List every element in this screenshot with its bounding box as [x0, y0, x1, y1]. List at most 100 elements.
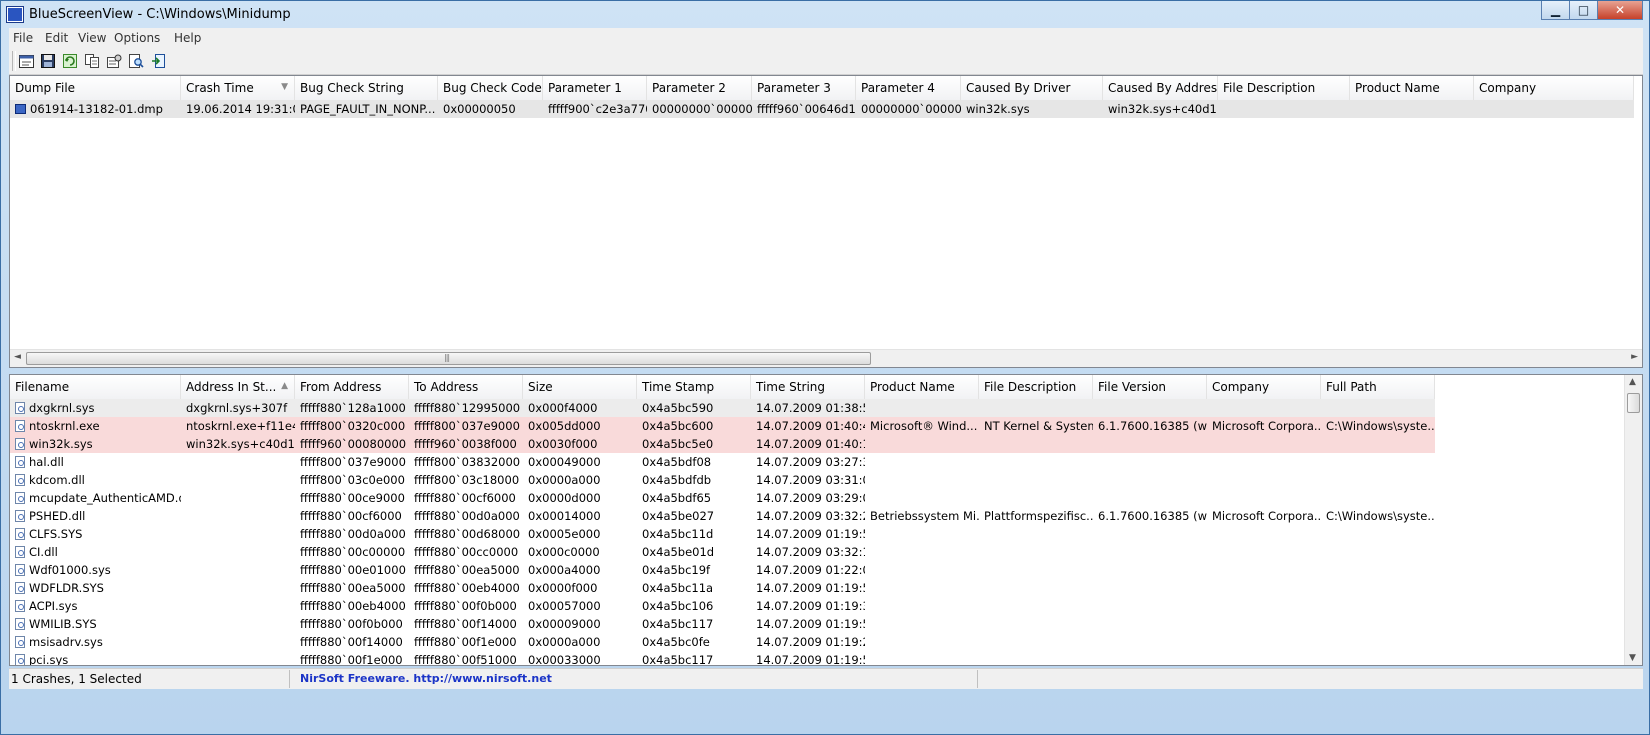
table-cell: 0x0005e000 — [528, 527, 601, 541]
table-cell — [979, 579, 1093, 597]
maximize-button[interactable]: □ — [1570, 1, 1598, 20]
menu-help[interactable]: Help — [174, 31, 201, 45]
table-cell: 14.07.2009 03:31:07 — [756, 473, 865, 487]
menu-options[interactable]: Options — [114, 31, 160, 45]
driver-row[interactable]: PSHED.dll fffff880`00cf6000 fffff880`00d0a… — [10, 507, 1435, 525]
vertical-scrollbar[interactable]: ▲ ▼ — [1624, 375, 1642, 665]
table-cell: 0x4a5bc117 — [642, 653, 714, 666]
column-header[interactable]: Company — [1207, 375, 1321, 399]
horizontal-scrollbar[interactable]: ◄ ||| ► — [10, 349, 1642, 367]
table-cell — [979, 471, 1093, 489]
table-cell — [979, 525, 1093, 543]
driver-row[interactable]: WMILIB.SYS fffff880`00f0b000 fffff880`00f1… — [10, 615, 1435, 633]
close-button[interactable]: ✕ — [1598, 1, 1643, 20]
filename-cell: WMILIB.SYS — [10, 615, 181, 633]
driver-row[interactable]: CI.dll fffff880`00c00000 fffff880`00cc0000… — [10, 543, 1435, 561]
driver-row[interactable]: hal.dll fffff800`037e9000 fffff800`0383200… — [10, 453, 1435, 471]
column-header[interactable]: Product Name — [1350, 76, 1474, 100]
column-header[interactable]: Time String — [751, 375, 865, 399]
menu-file[interactable]: File — [13, 31, 33, 45]
column-header[interactable]: Caused By Address — [1103, 76, 1218, 100]
column-header[interactable]: Parameter 3 — [752, 76, 856, 100]
status-count: 1 Crashes, 1 Selected — [11, 672, 142, 686]
column-header[interactable]: Caused By Driver — [961, 76, 1103, 100]
table-cell — [1207, 615, 1321, 633]
filename-cell: hal.dll — [10, 453, 181, 471]
scroll-up-arrow[interactable]: ▲ — [1629, 377, 1636, 387]
table-cell — [979, 633, 1093, 651]
save-icon[interactable] — [39, 52, 57, 70]
status-divider — [289, 670, 290, 688]
table-cell: fffff880`00f14000 — [300, 635, 403, 649]
scroll-right-arrow[interactable]: ► — [1631, 352, 1638, 362]
table-cell — [1207, 597, 1321, 615]
menu-view[interactable]: View — [78, 31, 106, 45]
scroll-down-arrow[interactable]: ▼ — [1629, 653, 1636, 663]
crash-row[interactable]: 061914-13182-01.dmp 19.06.2014 19:31:00 … — [10, 100, 1634, 118]
driver-filename: win32k.sys — [29, 437, 93, 451]
table-cell: PAGE_FAULT_IN_NONP... — [300, 102, 436, 116]
refresh-icon[interactable] — [61, 52, 79, 70]
table-cell: 14.07.2009 01:19:51 — [756, 617, 865, 631]
crash-list-header: Dump File Crash Time ▼ Bug Check String B… — [10, 76, 1634, 101]
driver-file-icon — [15, 653, 25, 665]
find-icon[interactable] — [127, 52, 145, 70]
column-header[interactable]: Full Path — [1321, 375, 1435, 399]
column-header[interactable]: Size — [523, 375, 637, 399]
column-header[interactable]: Address In St... ▲ — [181, 375, 295, 399]
driver-row[interactable]: msisadrv.sys fffff880`00f14000 fffff880`00… — [10, 633, 1435, 651]
table-cell — [1207, 399, 1321, 417]
filename-cell: CLFS.SYS — [10, 525, 181, 543]
table-cell: 0x4a5bc590 — [642, 401, 714, 415]
column-header[interactable]: Bug Check Code — [438, 76, 543, 100]
scroll-left-arrow[interactable]: ◄ — [14, 352, 21, 362]
properties-icon[interactable] — [17, 52, 35, 70]
column-header[interactable]: Parameter 4 — [856, 76, 961, 100]
column-header[interactable]: Company — [1474, 76, 1634, 100]
column-header[interactable]: To Address — [409, 375, 523, 399]
options-icon[interactable] — [105, 52, 123, 70]
column-header[interactable]: Crash Time ▼ — [181, 76, 295, 100]
driver-row[interactable]: kdcom.dll fffff800`03c0e000 fffff800`03c18… — [10, 471, 1435, 489]
table-cell: fffff880`00f1e000 — [300, 653, 403, 666]
driver-row[interactable]: win32k.sys win32k.sys+c40d1 fffff960`00080… — [10, 435, 1435, 453]
driver-file-icon — [15, 491, 25, 504]
driver-row[interactable]: ACPI.sys fffff880`00eb4000 fffff880`00f0b0… — [10, 597, 1435, 615]
driver-row[interactable]: WDFLDR.SYS fffff880`00ea5000 fffff880`00eb… — [10, 579, 1435, 597]
table-cell — [1207, 471, 1321, 489]
copy-icon[interactable] — [83, 52, 101, 70]
column-header[interactable]: File Description — [979, 375, 1093, 399]
driver-row[interactable]: CLFS.SYS fffff880`00d0a000 fffff880`00d680… — [10, 525, 1435, 543]
column-header[interactable]: File Description — [1218, 76, 1350, 100]
column-header[interactable]: Dump File — [10, 76, 181, 100]
driver-row[interactable]: dxgkrnl.sys dxgkrnl.sys+307f fffff880`128a… — [10, 399, 1435, 417]
scrollbar-thumb[interactable]: ||| — [26, 352, 871, 365]
column-header[interactable]: Filename — [10, 375, 181, 399]
column-header[interactable]: Parameter 1 — [543, 76, 647, 100]
table-cell: fffff880`00cc0000 — [414, 545, 519, 559]
table-cell — [979, 561, 1093, 579]
scrollbar-thumb[interactable] — [1627, 393, 1640, 413]
exit-icon[interactable] — [149, 52, 167, 70]
table-cell: Betriebssystem Mi... — [870, 509, 979, 523]
driver-filename: dxgkrnl.sys — [29, 401, 95, 415]
nirsoft-link[interactable]: NirSoft Freeware. http://www.nirsoft.net — [300, 671, 552, 687]
column-header[interactable]: Time Stamp — [637, 375, 751, 399]
title-bar[interactable]: BlueScreenView - C:\Windows\Minidump ▁ □… — [1, 1, 1649, 28]
column-header[interactable]: From Address — [295, 375, 409, 399]
driver-row[interactable]: mcupdate_AuthenticAMD.dll fffff880`00ce90… — [10, 489, 1435, 507]
column-header[interactable]: Product Name — [865, 375, 979, 399]
column-header[interactable]: Parameter 2 — [647, 76, 752, 100]
column-header[interactable]: Bug Check String — [295, 76, 438, 100]
minimize-button[interactable]: ▁ — [1541, 1, 1570, 20]
table-cell: 14.07.2009 01:19:57 — [756, 527, 865, 541]
driver-row[interactable]: Wdf01000.sys fffff880`00e01000 fffff880`00… — [10, 561, 1435, 579]
table-cell — [181, 525, 295, 543]
driver-row[interactable]: pci.sys fffff880`00f1e000 fffff880`00f5100… — [10, 651, 1435, 666]
driver-row[interactable]: ntoskrnl.exe ntoskrnl.exe+f11e4 fffff800`0… — [10, 417, 1435, 435]
menu-edit[interactable]: Edit — [45, 31, 68, 45]
column-header[interactable]: File Version — [1093, 375, 1207, 399]
table-cell: fffff960`00080000 — [300, 437, 407, 451]
driver-filename: kdcom.dll — [29, 473, 85, 487]
driver-filename: Wdf01000.sys — [29, 563, 111, 577]
